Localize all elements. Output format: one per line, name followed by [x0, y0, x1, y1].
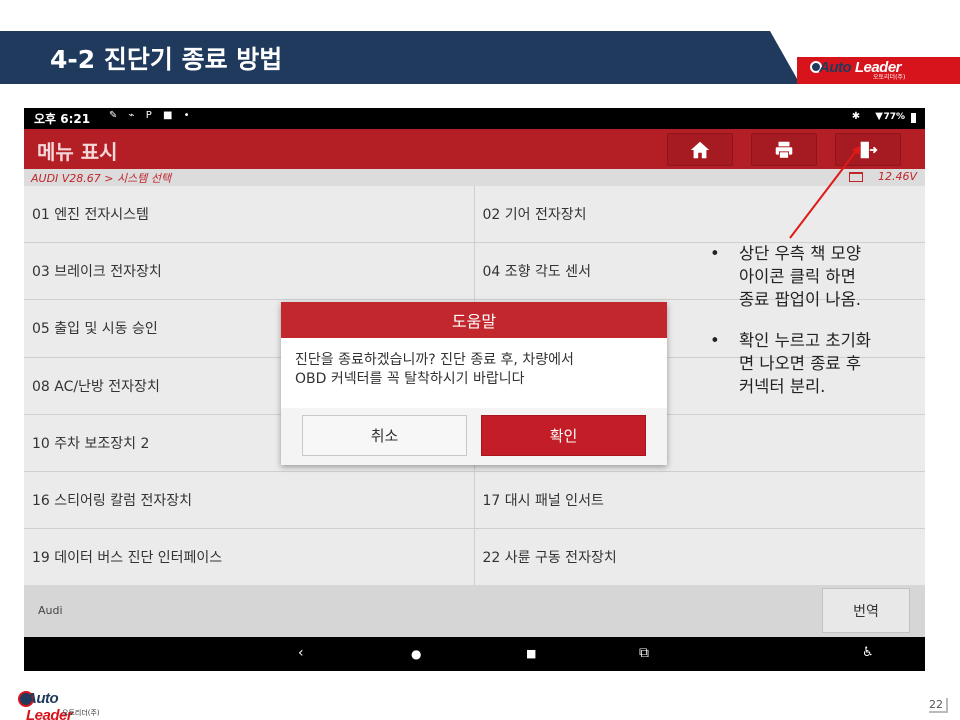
- breadcrumb-row: AUDI V28.67 > 시스템 선택 12.46V: [24, 169, 925, 186]
- dialog-message-line: 진단을 종료하겠습니까? 진단 종료 후, 차량에서: [295, 352, 574, 368]
- voltage-readout: 12.46V: [877, 170, 917, 183]
- cancel-button[interactable]: 취소: [302, 415, 467, 456]
- status-bar: 오후 6:21 ✎ ⌁ P ■ • ✱ ▼ 77%: [24, 108, 925, 129]
- table-row: 16 스티어링 칼럼 전자장치 17 대시 패널 인서트: [24, 471, 925, 530]
- table-row: 01 엔진 전자시스템 02 기어 전자장치: [24, 186, 925, 244]
- translate-button[interactable]: 번역: [822, 588, 910, 633]
- instruction-item: • 상단 우측 책 모양 아이콘 클릭 하면 종료 팝업이 나옴.: [710, 242, 930, 311]
- system-item[interactable]: 17 대시 패널 인서트: [474, 471, 925, 529]
- dialog-message-line: OBD 커넥터를 꼭 탈착하시기 바랍니다: [295, 371, 525, 387]
- app-bar: 메뉴 표시: [24, 129, 925, 169]
- back-icon[interactable]: ‹: [298, 645, 304, 661]
- battery-icon: [911, 113, 916, 123]
- instruction-line: 면 나오면 종료 후: [739, 354, 861, 373]
- system-item[interactable]: 16 스티어링 칼럼 전자장치: [24, 471, 475, 529]
- help-dialog: 도움말 진단을 종료하겠습니까? 진단 종료 후, 차량에서 OBD 커넥터를 …: [281, 302, 667, 465]
- exit-button[interactable]: [835, 133, 901, 166]
- print-button[interactable]: [751, 133, 817, 166]
- bullet: •: [710, 244, 720, 263]
- battery-percent: 77%: [883, 112, 905, 122]
- dialog-message: 진단을 종료하겠습니까? 진단 종료 후, 차량에서 OBD 커넥터를 꼭 탈착…: [281, 338, 667, 408]
- instruction-line: 확인 누르고 초기화: [739, 331, 871, 350]
- home-circle-icon[interactable]: ●: [411, 647, 421, 661]
- slide-title: 4-2 진단기 종료 방법: [50, 45, 283, 74]
- page-number: 22: [929, 698, 948, 713]
- notification-icons: ✎ ⌁ P ■ •: [109, 110, 194, 121]
- dialog-title: 도움말: [281, 302, 667, 338]
- vehicle-make: Audi: [38, 604, 63, 617]
- system-item[interactable]: 02 기어 전자장치: [474, 186, 925, 243]
- instruction-item: • 확인 누르고 초기화 면 나오면 종료 후 커넥터 분리.: [710, 329, 930, 398]
- screenshot-icon[interactable]: ⧉: [639, 645, 649, 661]
- bullet: •: [710, 331, 720, 350]
- battery-voltage-icon: [849, 172, 863, 182]
- system-item[interactable]: 01 엔진 전자시스템: [24, 186, 475, 243]
- confirm-button[interactable]: 확인: [481, 415, 646, 456]
- logo-subtitle: 오토리더(주): [62, 709, 100, 717]
- top-logo: Auto Leader 오토리더(주): [797, 57, 960, 84]
- app-title: 메뉴 표시: [37, 140, 118, 164]
- status-time: 오후 6:21: [34, 112, 91, 126]
- home-button[interactable]: [667, 133, 733, 166]
- home-icon: [690, 141, 710, 158]
- system-item[interactable]: 22 사륜 구동 전자장치: [474, 529, 925, 586]
- printer-icon: [775, 141, 793, 159]
- bottom-logo: Auto Leader 오토리더(주): [18, 689, 108, 720]
- instruction-line: 종료 팝업이 나옴.: [739, 290, 861, 309]
- instruction-callout: • 상단 우측 책 모양 아이콘 클릭 하면 종료 팝업이 나옴. • 확인 누…: [710, 242, 930, 416]
- system-item[interactable]: 03 브레이크 전자장치: [24, 243, 475, 300]
- footer-bar: Audi 번역: [24, 585, 925, 637]
- android-nav-bar: ‹ ● ■ ⧉ ♿: [24, 637, 925, 671]
- instruction-line: 아이콘 클릭 하면: [739, 267, 856, 286]
- accessibility-icon[interactable]: ♿: [862, 645, 874, 660]
- instruction-line: 상단 우측 책 모양: [739, 244, 861, 263]
- table-row: 19 데이터 버스 진단 인터페이스 22 사륜 구동 전자장치: [24, 529, 925, 587]
- recents-icon[interactable]: ■: [526, 647, 536, 660]
- logo-subtitle: 오토리더(주): [873, 74, 906, 81]
- exit-door-icon: [860, 141, 878, 158]
- breadcrumb: AUDI V28.67 > 시스템 선택: [31, 172, 172, 185]
- slide: 4-2 진단기 종료 방법 Auto Leader 오토리더(주) 오후 6:2…: [0, 0, 960, 720]
- instruction-line: 커넥터 분리.: [739, 377, 826, 396]
- system-item[interactable]: 19 데이터 버스 진단 인터페이스: [24, 529, 475, 586]
